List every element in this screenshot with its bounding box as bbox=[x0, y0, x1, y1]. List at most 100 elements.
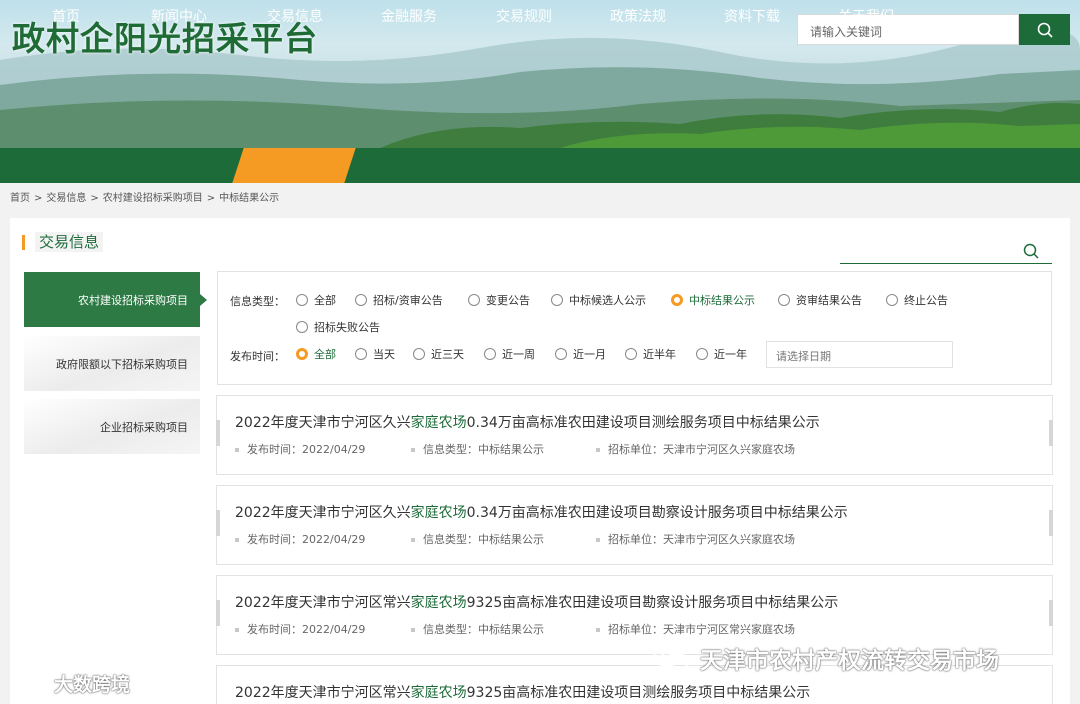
breadcrumb-separator: > bbox=[34, 193, 43, 204]
type-option-award-result[interactable]: 中标结果公示 bbox=[671, 292, 755, 308]
result-card[interactable]: 2022年度天津市宁河区久兴家庭农场0.34万亩高标准农田建设项目勘察设计服务项… bbox=[216, 485, 1053, 565]
platform-watermark-text: 大数跨境 bbox=[54, 674, 131, 696]
header-search-input[interactable]: 请输入关键词 bbox=[797, 14, 1019, 45]
radio-selected-icon bbox=[296, 348, 308, 360]
nav-active-highlight bbox=[232, 148, 356, 183]
radio-icon bbox=[555, 348, 567, 360]
tender-unit: 招标单位：天津市宁河区久兴家庭农场 bbox=[596, 441, 795, 457]
result-title-link[interactable]: 2022年度天津市宁河区常兴家庭农场9325亩高标准农田建设项目测绘服务项目中标… bbox=[235, 682, 810, 702]
result-card[interactable]: 2022年度天津市宁河区久兴家庭农场0.34万亩高标准农田建设项目测绘服务项目中… bbox=[216, 395, 1053, 475]
radio-selected-icon bbox=[671, 294, 683, 306]
radio-icon bbox=[778, 294, 790, 306]
publish-date: 发布时间：2022/04/29 bbox=[235, 441, 365, 457]
nav-item-about[interactable]: 关于我们 bbox=[838, 0, 894, 35]
header-search-button[interactable] bbox=[1019, 14, 1070, 45]
platform-watermark: 大数跨境 bbox=[8, 670, 130, 697]
list-search-input[interactable] bbox=[840, 240, 1052, 264]
title-highlight: 家庭农场 bbox=[410, 415, 467, 431]
type-option-all[interactable]: 全部 bbox=[296, 292, 336, 308]
section-title-text: 交易信息 bbox=[35, 232, 104, 252]
wechat-watermark: 天津市农村产权流转交易市场 bbox=[652, 641, 999, 675]
radio-icon bbox=[886, 294, 898, 306]
tender-unit: 招标单位：天津市宁河区久兴家庭农场 bbox=[596, 531, 795, 547]
search-icon[interactable] bbox=[1022, 242, 1040, 260]
radio-icon bbox=[355, 348, 367, 360]
publish-date: 发布时间：2022/04/29 bbox=[235, 531, 365, 547]
nav-item-rules[interactable]: 交易规则 bbox=[496, 0, 552, 35]
radio-icon bbox=[468, 294, 480, 306]
sidebar-item-enterprise[interactable]: 企业招标采购项目 bbox=[24, 399, 200, 454]
time-option-all[interactable]: 全部 bbox=[296, 346, 336, 362]
wechat-watermark-text: 天津市农村产权流转交易市场 bbox=[700, 648, 999, 674]
time-option-year[interactable]: 近一年 bbox=[696, 346, 747, 362]
sidebar-item-rural-construction[interactable]: 农村建设招标采购项目 bbox=[24, 272, 200, 327]
type-option-label: 招标/资审公告 bbox=[373, 294, 443, 307]
radio-icon bbox=[625, 348, 637, 360]
type-option-label: 全部 bbox=[314, 294, 336, 307]
type-option-label: 中标候选人公示 bbox=[569, 294, 646, 307]
nav-item-policy[interactable]: 政策法规 bbox=[610, 0, 666, 35]
type-option-label: 中标结果公示 bbox=[689, 294, 755, 307]
radio-icon bbox=[296, 294, 308, 306]
title-part: 0.34万亩高标准农田建设项目测绘服务项目中标结果公示 bbox=[466, 415, 820, 431]
radio-icon bbox=[696, 348, 708, 360]
time-option-label: 近一周 bbox=[502, 348, 535, 361]
time-option-label: 近一月 bbox=[573, 348, 606, 361]
info-type: 信息类型：中标结果公示 bbox=[411, 441, 544, 457]
title-part: 2022年度天津市宁河区久兴 bbox=[235, 415, 411, 431]
result-title-link[interactable]: 2022年度天津市宁河区久兴家庭农场0.34万亩高标准农田建设项目测绘服务项目中… bbox=[235, 412, 820, 432]
breadcrumb-current: 中标结果公示 bbox=[219, 193, 280, 204]
breadcrumb-rural-projects[interactable]: 农村建设招标采购项目 bbox=[103, 193, 203, 204]
platform-logo-icon bbox=[10, 674, 44, 691]
title-part: 0.34万亩高标准农田建设项目勘察设计服务项目中标结果公示 bbox=[466, 505, 848, 521]
nav-item-downloads[interactable]: 资料下载 bbox=[724, 0, 780, 35]
card-left-marker bbox=[216, 420, 220, 446]
main-nav bbox=[0, 148, 1080, 183]
type-option-change-notice[interactable]: 变更公告 bbox=[468, 292, 530, 308]
radio-icon bbox=[296, 321, 308, 333]
time-option-label: 当天 bbox=[373, 348, 395, 361]
info-type-label: 信息类型： bbox=[230, 295, 285, 308]
title-highlight: 家庭农场 bbox=[410, 685, 467, 701]
date-picker-input[interactable]: 请选择日期 bbox=[766, 341, 953, 368]
breadcrumb-home[interactable]: 首页 bbox=[10, 193, 30, 204]
nav-item-news[interactable]: 新闻中心 bbox=[151, 0, 207, 35]
radio-icon bbox=[484, 348, 496, 360]
radio-icon bbox=[355, 294, 367, 306]
section-title: 交易信息 bbox=[22, 232, 104, 252]
search-icon bbox=[1037, 22, 1053, 38]
card-right-marker bbox=[1049, 600, 1053, 626]
radio-icon bbox=[551, 294, 563, 306]
breadcrumb: 首页 > 交易信息 > 农村建设招标采购项目 > 中标结果公示 bbox=[10, 189, 279, 204]
time-option-half-year[interactable]: 近半年 bbox=[625, 346, 676, 362]
sidebar-item-government[interactable]: 政府限额以下招标采购项目 bbox=[24, 336, 200, 391]
result-title-link[interactable]: 2022年度天津市宁河区常兴家庭农场9325亩高标准农田建设项目勘察设计服务项目… bbox=[235, 592, 838, 612]
time-option-month[interactable]: 近一月 bbox=[555, 346, 606, 362]
type-option-label: 招标失败公告 bbox=[314, 321, 380, 334]
type-option-candidate[interactable]: 中标候选人公示 bbox=[551, 292, 646, 308]
card-left-marker bbox=[216, 510, 220, 536]
nav-item-finance[interactable]: 金融服务 bbox=[381, 0, 437, 35]
time-option-label: 近一年 bbox=[714, 348, 747, 361]
type-option-termination[interactable]: 终止公告 bbox=[886, 292, 948, 308]
nav-item-home[interactable]: 首页 bbox=[52, 0, 80, 35]
radio-icon bbox=[413, 348, 425, 360]
time-option-week[interactable]: 近一周 bbox=[484, 346, 535, 362]
result-title-link[interactable]: 2022年度天津市宁河区久兴家庭农场0.34万亩高标准农田建设项目勘察设计服务项… bbox=[235, 502, 848, 522]
type-option-tender-notice[interactable]: 招标/资审公告 bbox=[355, 292, 443, 308]
tender-unit: 招标单位：天津市宁河区常兴家庭农场 bbox=[596, 621, 795, 637]
card-left-marker bbox=[216, 600, 220, 626]
breadcrumb-separator: > bbox=[90, 193, 99, 204]
time-option-label: 近半年 bbox=[643, 348, 676, 361]
breadcrumb-trading-info[interactable]: 交易信息 bbox=[46, 193, 86, 204]
type-option-label: 变更公告 bbox=[486, 294, 530, 307]
time-option-3days[interactable]: 近三天 bbox=[413, 346, 464, 362]
title-part: 9325亩高标准农田建设项目勘察设计服务项目中标结果公示 bbox=[466, 595, 839, 611]
type-option-qualification-result[interactable]: 资审结果公告 bbox=[778, 292, 862, 308]
card-right-marker bbox=[1049, 420, 1053, 446]
type-option-tender-failed[interactable]: 招标失败公告 bbox=[296, 319, 380, 335]
nav-item-trading-info[interactable]: 交易信息 bbox=[267, 0, 323, 35]
breadcrumb-separator: > bbox=[206, 193, 216, 204]
time-option-today[interactable]: 当天 bbox=[355, 346, 395, 362]
type-option-label: 资审结果公告 bbox=[796, 294, 862, 307]
